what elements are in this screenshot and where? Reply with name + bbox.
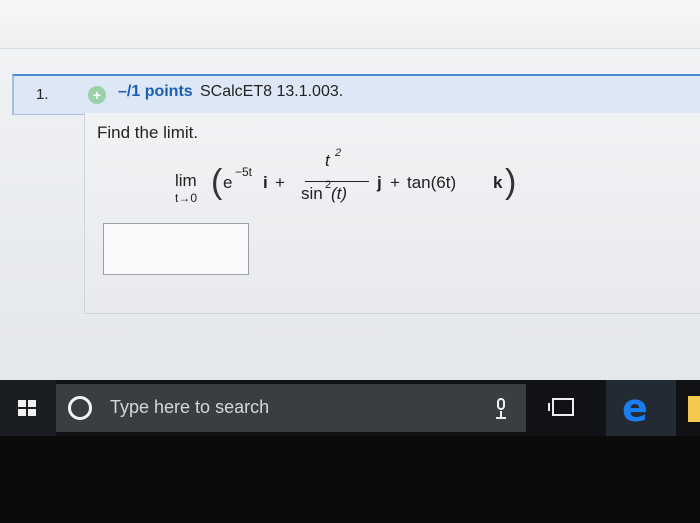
folder-icon[interactable] bbox=[688, 396, 700, 422]
taskbar: Type here to search e bbox=[0, 380, 700, 439]
fraction-bar bbox=[305, 181, 369, 182]
search-placeholder: Type here to search bbox=[110, 397, 270, 417]
cortana-icon bbox=[68, 396, 92, 420]
edge-icon: e bbox=[622, 386, 648, 430]
plus-sign-2: + bbox=[390, 173, 400, 192]
lim-text: lim bbox=[175, 171, 197, 190]
question-header: 1. + –/1 points SCalcET8 13.1.003. bbox=[12, 74, 700, 115]
limit-formula: lim t→0 ( e −5t i + t 2 sin 2 (t) j + ta… bbox=[175, 147, 535, 221]
points-label: –/1 points bbox=[118, 83, 193, 100]
plus-sign-1: + bbox=[275, 173, 285, 192]
tan-term: tan(6t) bbox=[407, 173, 457, 192]
plus-icon[interactable]: + bbox=[88, 86, 106, 104]
denominator-argument: (t) bbox=[331, 184, 348, 203]
exp-power: −5t bbox=[235, 165, 253, 179]
browser-content: 1. + –/1 points SCalcET8 13.1.003. Find … bbox=[0, 0, 700, 380]
question-body: Find the limit. lim t→0 ( e −5t i + t 2 … bbox=[84, 113, 700, 314]
task-view-icon[interactable] bbox=[548, 398, 574, 416]
windows-logo-icon bbox=[18, 400, 36, 416]
bottom-dark-area bbox=[0, 436, 700, 523]
question-source: SCalcET8 13.1.003. bbox=[200, 83, 344, 100]
answer-input[interactable] bbox=[103, 223, 249, 275]
unit-vector-k: k bbox=[493, 173, 503, 192]
fraction-denominator: sin bbox=[301, 184, 323, 203]
top-band bbox=[0, 0, 700, 49]
paren-right: ) bbox=[505, 163, 517, 201]
unit-vector-j: j bbox=[377, 173, 382, 192]
fraction-numerator: t bbox=[325, 151, 330, 170]
lim-subscript: t→0 bbox=[175, 191, 198, 205]
numerator-exponent: 2 bbox=[335, 147, 342, 159]
search-box[interactable]: Type here to search bbox=[56, 384, 526, 432]
question-number: 1. bbox=[36, 86, 49, 103]
microphone-icon[interactable] bbox=[494, 398, 508, 420]
edge-taskbar-button[interactable]: e bbox=[606, 380, 676, 439]
start-button[interactable] bbox=[0, 380, 56, 436]
paren-left: ( bbox=[211, 163, 223, 201]
exp-base: e bbox=[223, 173, 233, 192]
unit-vector-i: i bbox=[263, 173, 268, 192]
question-prompt: Find the limit. bbox=[97, 123, 199, 142]
